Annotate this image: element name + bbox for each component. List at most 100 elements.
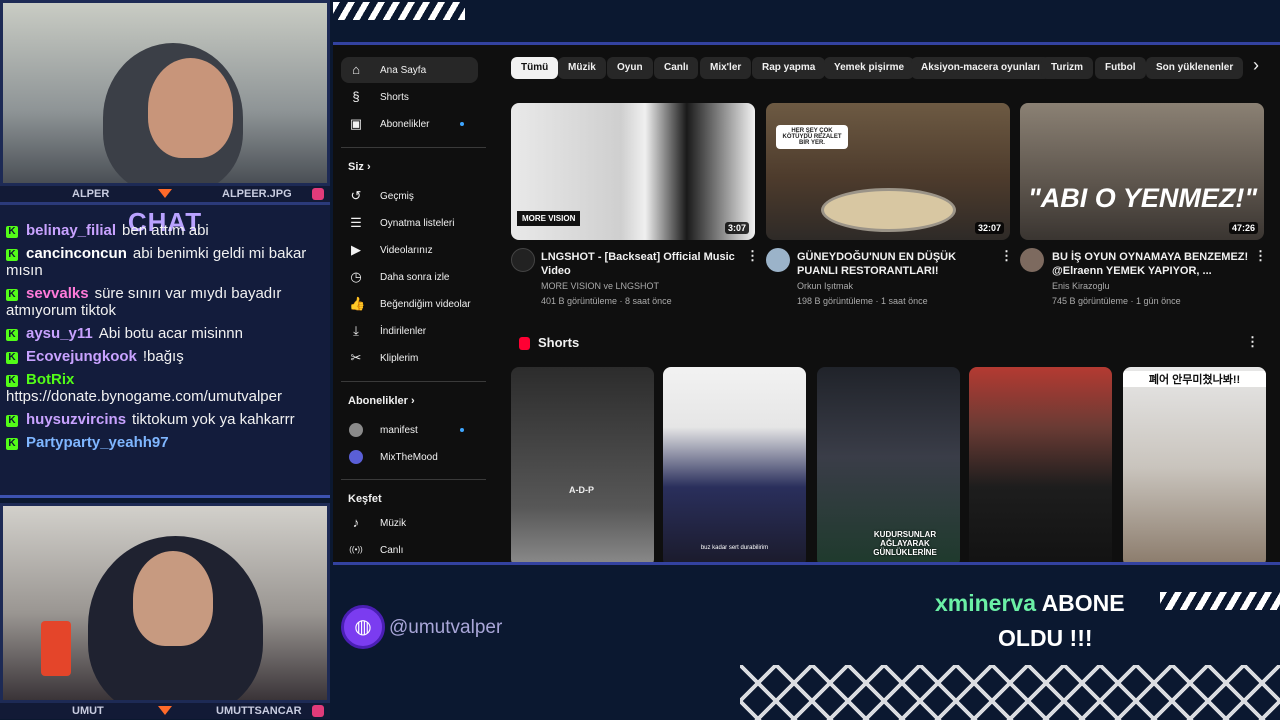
video-title[interactable]: BU İŞ OYUN OYNAMAYA BENZEMEZ! @Elraenn Y… (1052, 250, 1250, 278)
sidebar-item-label: Shorts (380, 92, 409, 103)
sidebar-item-subscriptions[interactable]: ▣ Abonelikler (341, 111, 478, 137)
home-icon: ⌂ (352, 62, 360, 77)
shorts-section-title: Shorts (538, 335, 580, 350)
webcam-top-right-name: ALPEER.JPG (222, 188, 292, 200)
subscriptions-icon: ▣ (349, 116, 363, 131)
chat-text: https://donate.bynogame.com/umutvalper (6, 388, 282, 405)
video-channel[interactable]: Orkun Işıtmak (797, 279, 853, 293)
sidebar-item-label: Oynatma listeleri (380, 218, 455, 229)
sidebar-item-downloads[interactable]: ⤓ İndirilenler (341, 318, 478, 344)
top-stripes (333, 2, 465, 20)
kick-icon: K (6, 375, 18, 387)
sidebar-item-history[interactable]: ↺ Geçmiş (341, 183, 478, 209)
alert-stripes (1160, 592, 1280, 610)
red-lamp (41, 621, 71, 676)
short-caption: A-D-P (569, 485, 594, 495)
instagram-icon (312, 705, 324, 717)
channel-avatar[interactable] (511, 248, 535, 272)
sidebar-item-label: Kliplerim (380, 353, 419, 364)
sidebar-item-watch-later[interactable]: ◷ Daha sonra izle (341, 264, 478, 290)
video-channel[interactable]: Enis Kirazoglu (1052, 279, 1110, 293)
globe-icon: ◍ (341, 605, 385, 649)
chat-text: !bağış (142, 348, 184, 365)
chat-text: tiktokum yok ya kahkarrr (132, 411, 295, 428)
video-duration: 32:07 (974, 222, 1004, 234)
more-options-icon[interactable]: ⋮ (1246, 334, 1259, 350)
divider (341, 381, 486, 382)
chip-action-adventure[interactable]: Aksiyon-macera oyunları (911, 57, 1050, 79)
chip-rap[interactable]: Rap yapma (752, 57, 826, 79)
chip-gaming[interactable]: Oyun (607, 57, 653, 79)
chip-football[interactable]: Futbol (1095, 57, 1146, 79)
chip-live[interactable]: Canlı (654, 57, 699, 79)
sidebar-item-live[interactable]: ((•)) Canlı (341, 537, 478, 562)
chat-message: Ksevvalks süre sınırı var mıydı bayadır a… (6, 285, 324, 319)
chip-tourism[interactable]: Turizm (1041, 57, 1094, 79)
chevron-right-icon: › (410, 395, 415, 407)
sidebar-item-shorts[interactable]: § Shorts (341, 84, 478, 110)
chip-all[interactable]: Tümü (511, 57, 559, 79)
thumbnail-overlay-text: MORE VISION (517, 211, 581, 226)
kick-icon: K (6, 415, 18, 427)
short-thumbnail[interactable]: KUDURSUNLAR AĞLAYARAK GÜNLÜKLERİNE (817, 367, 960, 562)
video-stats: 401 B görüntüleme · 8 saat önce (541, 296, 672, 306)
instagram-icon (312, 188, 324, 200)
alert-text: ABONE (1041, 590, 1125, 616)
sidebar-item-liked-videos[interactable]: 👍 Beğendiğim videolar (341, 291, 478, 317)
chat-message: K BotRix https://donate.bynogame.com/umutv… (6, 371, 324, 405)
short-caption: KUDURSUNLAR AĞLAYARAK GÜNLÜKLERİNE (873, 530, 937, 557)
video-stats: 745 B görüntüleme · 1 gün önce (1052, 296, 1181, 306)
chip-recently-uploaded[interactable]: Son yüklenenler (1146, 57, 1244, 79)
channel-avatar[interactable] (766, 248, 790, 272)
video-title[interactable]: GÜNEYDOĞU'NUN EN DÜŞÜK PUANLI RESTORANTL… (797, 250, 992, 278)
chat-username: aysu_y11 (26, 325, 93, 342)
more-options-icon[interactable]: ⋮ (746, 248, 759, 264)
kick-icon: K (6, 352, 18, 364)
short-thumbnail[interactable]: buz kadar sert durabilirim (663, 367, 806, 562)
channel-avatar[interactable] (1020, 248, 1044, 272)
chat-message: Kcancinconcun abi benimki geldi mi bakar … (6, 245, 324, 279)
arrow-down-icon (158, 706, 172, 715)
chat-username: cancinconcun (26, 245, 127, 262)
video-thumbnail[interactable]: HER ŞEY ÇOK KÖTÜYDÜ REZALET BİR YER. 32:… (766, 103, 1010, 240)
chip-cooking[interactable]: Yemek pişirme (824, 57, 915, 79)
more-options-icon[interactable]: ⋮ (1000, 248, 1013, 264)
shorts-icon: § (352, 89, 360, 104)
chip-music[interactable]: Müzik (558, 57, 606, 79)
sidebar-item-clips[interactable]: ✂ Kliplerim (341, 345, 478, 371)
sidebar-heading-label: Siz (348, 161, 364, 173)
sidebar-item-channel-mixthemood[interactable]: MixTheMood (341, 444, 478, 470)
chips-next-chevron-icon[interactable]: › (1253, 55, 1259, 76)
video-channel[interactable]: MORE VISION ve LNGSHOT (541, 279, 659, 293)
channel-avatar-icon (349, 450, 363, 464)
short-thumbnail[interactable] (969, 367, 1112, 562)
sidebar-item-label: Beğendiğim videolar (380, 299, 471, 310)
chat-message: Kbelinay_filial ben attım abi (6, 222, 324, 239)
more-options-icon[interactable]: ⋮ (1254, 248, 1267, 264)
download-icon: ⤓ (353, 323, 359, 338)
chat-message-list: Kbelinay_filial ben attım abi Kcancinconc… (6, 222, 324, 457)
webcam-top-left-name: ALPER (72, 188, 110, 200)
sidebar-heading-subscriptions[interactable]: Abonelikler › (348, 395, 415, 407)
kick-icon: K (6, 329, 18, 341)
short-thumbnail[interactable]: 폐어 안무미쳤나봐!! (1123, 367, 1266, 562)
video-thumbnail[interactable]: MORE VISION 3:07 (511, 103, 755, 240)
short-thumbnail[interactable]: A-D-P (511, 367, 654, 562)
video-stats: 198 B görüntüleme · 1 saat önce (797, 296, 928, 306)
sidebar-item-channel-manifest[interactable]: manifest (341, 417, 478, 443)
like-icon: 👍 (349, 296, 366, 311)
chat-text: ben attım abi (122, 222, 209, 239)
video-title[interactable]: LNGSHOT - [Backseat] Official Music Vide… (541, 250, 736, 278)
sidebar-item-playlists[interactable]: ☰ Oynatma listeleri (341, 210, 478, 236)
sidebar-item-music[interactable]: ♪ Müzik (341, 510, 478, 536)
chat-message: Kaysu_y11 Abi botu acar misinnn (6, 325, 324, 342)
playlist-icon: ☰ (350, 215, 362, 230)
video-thumbnail[interactable]: "ABI O YENMEZ!" 47:26 (1020, 103, 1264, 240)
chat-username: Partyparty_yeahh97 (26, 434, 169, 451)
sidebar-item-label: Abonelikler (380, 119, 430, 130)
chip-mixes[interactable]: Mix'ler (700, 57, 752, 79)
sidebar-item-your-videos[interactable]: ▶ Videolarınız (341, 237, 478, 263)
sidebar-heading-you[interactable]: Siz › (348, 161, 371, 173)
sidebar-item-home[interactable]: ⌂ Ana Sayfa (341, 57, 478, 83)
new-content-dot (460, 428, 464, 432)
